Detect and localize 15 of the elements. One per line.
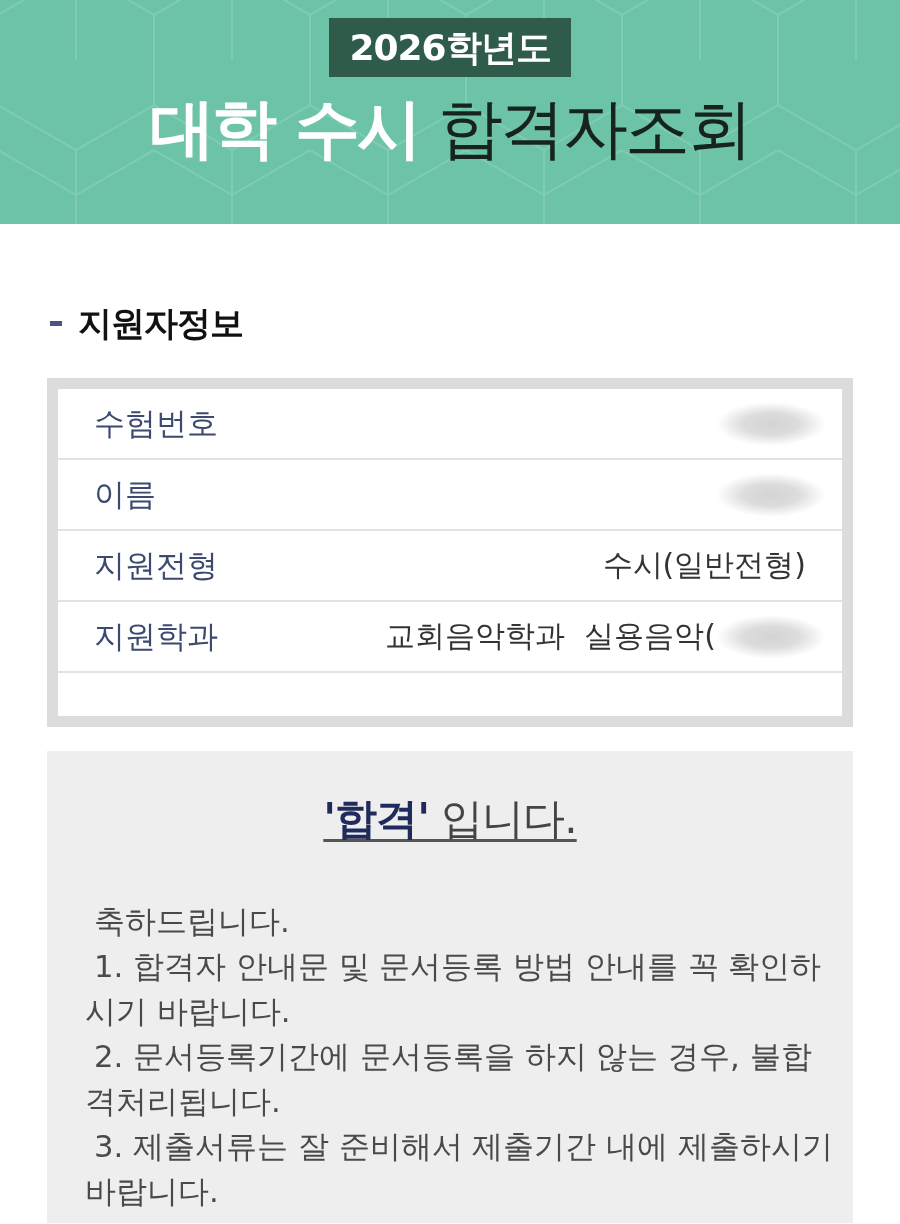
field-label: 이름 [94, 474, 156, 514]
field-value: 교회음악학과 실용음악( [385, 617, 716, 655]
dash-bullet-icon [50, 320, 62, 326]
field-value: 수시(일반전형) [602, 546, 806, 584]
notice-text: 3. 제출서류는 잘 준비해서 제출기간 내에 제출하시기 바랍니다. [85, 1128, 834, 1211]
field-label: 지원전형 [94, 545, 218, 585]
field-label: 수험번호 [94, 403, 218, 443]
field-label: 지원학과 [94, 616, 218, 656]
notice-text: 축하드립니다. [93, 903, 291, 941]
year-badge: 2026학년도 [329, 18, 571, 77]
notice-text: 1. 합격자 안내문 및 문서등록 방법 안내를 꼭 확인하시기 바랍니다. [85, 948, 823, 1031]
section-heading: 지원자정보 [78, 303, 243, 343]
notice-text: 2. 문서등록기간에 문서등록을 하지 않는 경우, 불합격처리됩니다. [85, 1038, 813, 1121]
page-title: 대학 수시 합격자조회 [149, 90, 751, 168]
result-headline: '합격' 입니다. [323, 793, 577, 845]
